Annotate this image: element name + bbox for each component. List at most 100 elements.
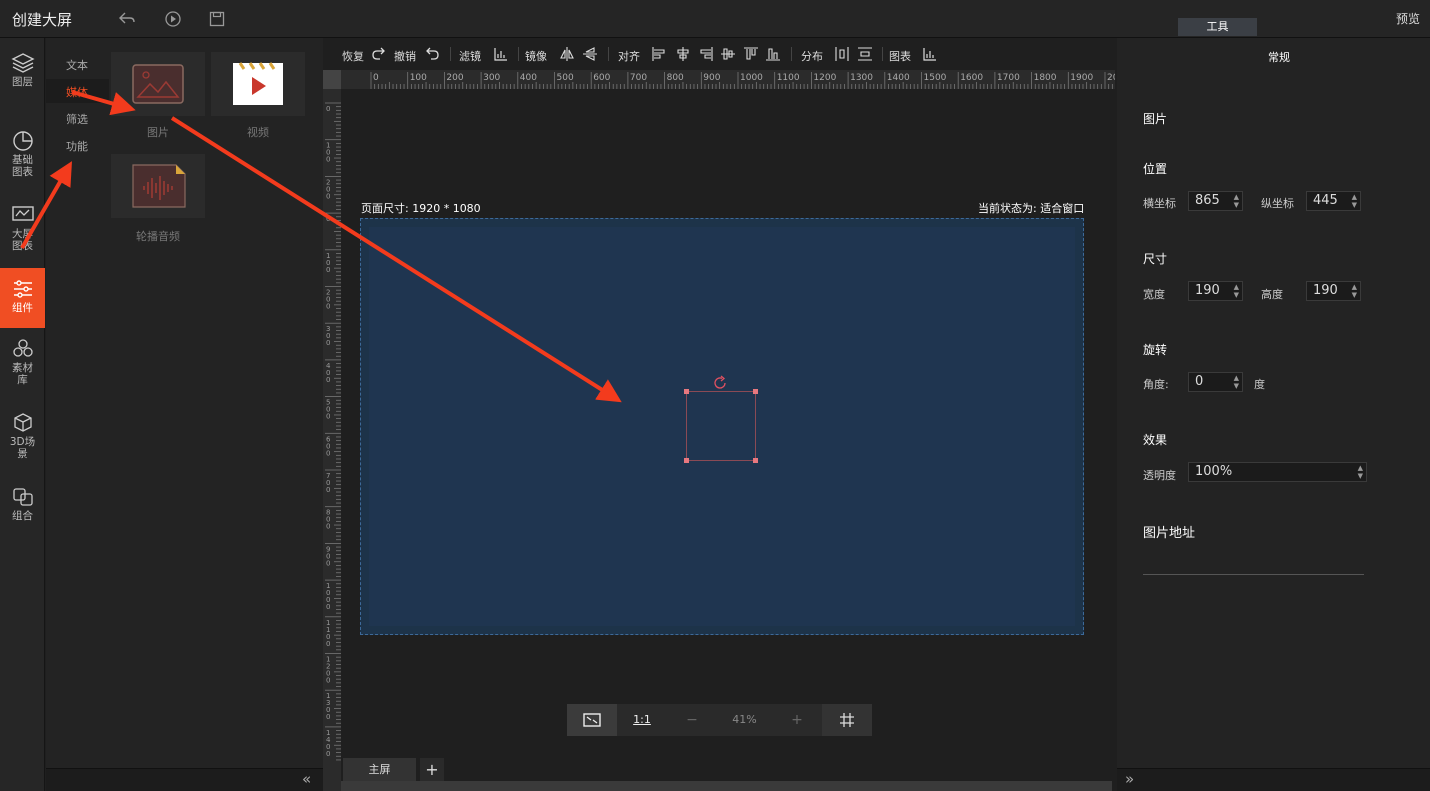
- image-icon: [132, 64, 184, 104]
- distribute-vertical-icon[interactable]: [857, 46, 873, 62]
- sidebar-item-basic-charts[interactable]: 基础图表: [0, 130, 45, 186]
- collapse-right-button[interactable]: »: [1125, 770, 1134, 788]
- grid-toggle-button[interactable]: [822, 704, 872, 736]
- rotate-icon[interactable]: [713, 375, 729, 391]
- align-top-icon[interactable]: [720, 46, 736, 62]
- resize-handle-bottom-left[interactable]: [684, 458, 689, 463]
- properties-tab-general[interactable]: 常规: [1268, 49, 1290, 65]
- category-text[interactable]: 文本: [66, 57, 88, 73]
- ruler-label: 700: [326, 472, 330, 494]
- chart-icon[interactable]: [922, 46, 938, 62]
- audio-icon: [132, 164, 186, 208]
- mirror-button[interactable]: 镜像: [525, 48, 547, 64]
- opacity-label: 透明度: [1143, 469, 1176, 482]
- height-label: 高度: [1261, 288, 1283, 301]
- chart-button[interactable]: 图表: [889, 48, 911, 64]
- zoom-value: 41%: [732, 713, 757, 726]
- component-image[interactable]: [111, 52, 205, 116]
- y-coordinate-input[interactable]: 445 ▲ ▼: [1306, 191, 1361, 211]
- flip-horizontal-icon[interactable]: [559, 46, 575, 62]
- current-state-label: 当前状态为: 适合窗口: [978, 202, 1085, 215]
- opacity-input[interactable]: 100% ▲ ▼: [1188, 462, 1367, 482]
- align-right-icon[interactable]: [698, 46, 714, 62]
- add-screen-button[interactable]: +: [420, 758, 444, 781]
- resize-handle-top-right[interactable]: [753, 389, 758, 394]
- ruler-label: 1400: [887, 73, 910, 83]
- stepper-icon[interactable]: ▲ ▼: [1234, 374, 1239, 390]
- vertical-ruler: 0 100 200 0 100 200 300 400 500 600 700 800 900 1000 1…: [323, 89, 341, 791]
- category-function[interactable]: 功能: [66, 138, 88, 154]
- stepper-icon[interactable]: ▲ ▼: [1234, 283, 1239, 299]
- align-bottom-icon[interactable]: [765, 46, 781, 62]
- sidebar-item-group[interactable]: 组合: [0, 486, 45, 532]
- sidebar-item-layers[interactable]: 图层: [0, 52, 45, 102]
- filter-button[interactable]: 滤镜: [459, 48, 481, 64]
- collapse-left-button[interactable]: «: [302, 770, 311, 788]
- height-input[interactable]: 190 ▲ ▼: [1306, 281, 1361, 301]
- stepper-icon[interactable]: ▲ ▼: [1352, 283, 1357, 299]
- stepper-icon[interactable]: ▲ ▼: [1358, 464, 1363, 480]
- fit-screen-button[interactable]: [567, 704, 617, 736]
- undo-button[interactable]: 撤销: [394, 48, 416, 64]
- align-button[interactable]: 对齐: [618, 48, 640, 64]
- redo-button[interactable]: 恢复: [342, 48, 364, 64]
- component-label: 视频: [247, 126, 269, 139]
- ruler-label: 900: [703, 73, 720, 83]
- horizontal-scrollbar[interactable]: [341, 781, 1112, 791]
- sidebar-item-label: 组合: [12, 510, 33, 522]
- align-left-icon[interactable]: [651, 46, 667, 62]
- stepper-icon[interactable]: ▲ ▼: [1234, 193, 1239, 209]
- save-icon[interactable]: [208, 10, 226, 28]
- zoom-out-button[interactable]: −: [667, 704, 717, 736]
- play-icon[interactable]: [164, 10, 182, 28]
- properties-footer: [1117, 768, 1430, 791]
- preview-button[interactable]: 预览: [1396, 10, 1420, 27]
- ruler-label: 500: [326, 399, 330, 421]
- stepper-icon[interactable]: ▲ ▼: [1352, 193, 1357, 209]
- category-media[interactable]: 媒体: [66, 84, 88, 100]
- tab-tools[interactable]: 工具: [1178, 18, 1257, 36]
- resize-handle-top-left[interactable]: [684, 389, 689, 394]
- redo-icon[interactable]: [371, 46, 387, 62]
- component-audio[interactable]: [111, 154, 205, 218]
- sidebar-item-components[interactable]: 组件: [0, 268, 45, 328]
- sidebar-item-label: 基础图表: [12, 154, 33, 178]
- flip-vertical-icon[interactable]: [582, 46, 598, 62]
- angle-input[interactable]: 0 ▲ ▼: [1188, 372, 1243, 392]
- component-video[interactable]: [211, 52, 305, 116]
- angle-unit: 度: [1254, 378, 1265, 391]
- category-filter[interactable]: 筛选: [66, 111, 88, 127]
- align-center-icon[interactable]: [675, 46, 691, 62]
- ruler-label: 800: [326, 509, 330, 531]
- monitor-chart-icon: [11, 204, 35, 226]
- app-root: 创建大屏 工具 预览 图层 基础图表 大屏图表 组件 素材库 3D场景 组合 文…: [0, 0, 1430, 791]
- sidebar-item-label: 素材库: [12, 362, 33, 386]
- distribute-button[interactable]: 分布: [801, 48, 823, 64]
- undo-icon[interactable]: [424, 46, 440, 62]
- x-coordinate-input[interactable]: 865 ▲ ▼: [1188, 191, 1243, 211]
- sidebar-item-label: 大屏图表: [12, 228, 33, 252]
- distribute-horizontal-icon[interactable]: [834, 46, 850, 62]
- selected-image-component[interactable]: [684, 389, 758, 463]
- sidebar-item-3d-scene[interactable]: 3D场景: [0, 412, 45, 468]
- width-input[interactable]: 190 ▲ ▼: [1188, 281, 1243, 301]
- zoom-in-button[interactable]: +: [772, 704, 822, 736]
- filter-chart-icon[interactable]: [493, 46, 509, 62]
- sliders-icon: [11, 278, 35, 300]
- undo-icon[interactable]: [118, 10, 136, 28]
- one-to-one-button[interactable]: 1:1: [617, 704, 667, 736]
- group-icon: [11, 486, 35, 508]
- resize-handle-bottom-right[interactable]: [753, 458, 758, 463]
- image-url-input[interactable]: [1143, 574, 1364, 575]
- ruler-label: 1000: [740, 73, 763, 83]
- image-url-title: 图片地址: [1143, 526, 1196, 541]
- sidebar-item-assets[interactable]: 素材库: [0, 338, 45, 394]
- angle-value: 0: [1195, 374, 1204, 389]
- ruler-label: 1300: [850, 73, 873, 83]
- top-bar: 创建大屏 工具 预览: [0, 0, 1430, 38]
- tab-main-screen[interactable]: 主屏: [343, 758, 416, 781]
- align-middle-icon[interactable]: [743, 46, 759, 62]
- y-coordinate-label: 纵坐标: [1261, 197, 1294, 210]
- sidebar-item-screen-charts[interactable]: 大屏图表: [0, 204, 45, 260]
- ruler-label: 500: [557, 73, 574, 83]
